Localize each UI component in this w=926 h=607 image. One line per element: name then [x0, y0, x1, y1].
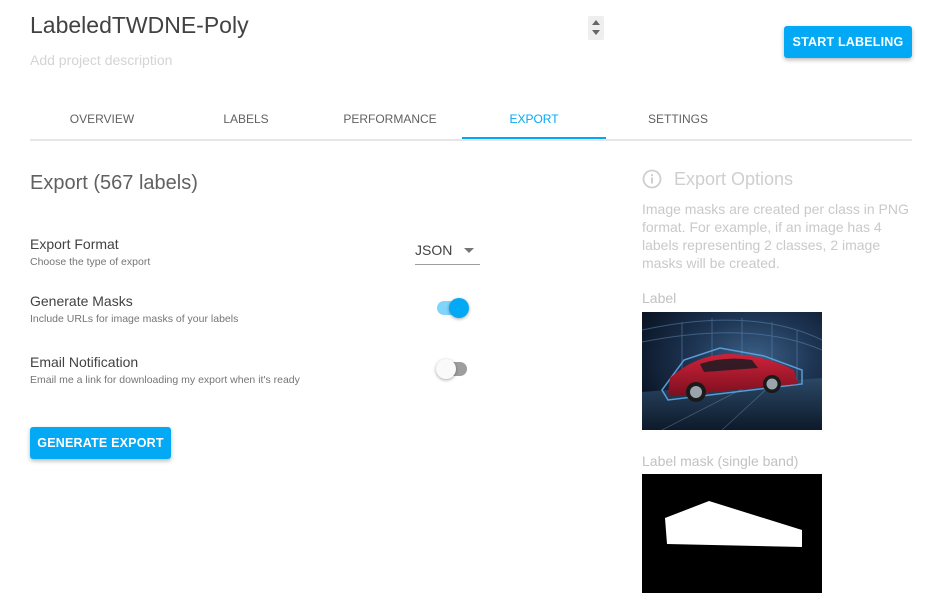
- export-format-value: JSON: [415, 242, 453, 258]
- scroll-spinner[interactable]: [588, 16, 604, 40]
- tab-overview[interactable]: OVERVIEW: [30, 98, 174, 139]
- project-description-placeholder[interactable]: Add project description: [30, 52, 172, 68]
- label-mask-example-image: [642, 474, 822, 593]
- arrow-down-icon[interactable]: [592, 30, 600, 35]
- label-example-image: [641, 312, 823, 431]
- tab-performance[interactable]: PERFORMANCE: [318, 98, 462, 139]
- tab-export[interactable]: EXPORT: [462, 98, 606, 139]
- generate-masks-subtitle: Include URLs for image masks of your lab…: [30, 313, 239, 325]
- caret-down-icon: [464, 248, 474, 253]
- label-caption: Label: [642, 290, 677, 306]
- generate-masks-title: Generate Masks: [30, 293, 133, 309]
- email-notification-subtitle: Email me a link for downloading my expor…: [30, 374, 300, 386]
- export-options-title: Export Options: [674, 169, 794, 189]
- toggle-knob: [436, 359, 456, 379]
- export-format-select[interactable]: JSON: [415, 240, 480, 265]
- generate-export-button[interactable]: GENERATE EXPORT: [30, 427, 171, 459]
- tab-settings[interactable]: SETTINGS: [606, 98, 750, 139]
- project-title[interactable]: LabeledTWDNE-Poly: [30, 12, 249, 39]
- export-format-title: Export Format: [30, 236, 119, 252]
- active-tab-indicator: [462, 137, 606, 139]
- export-format-subtitle: Choose the type of export: [30, 256, 151, 268]
- info-icon: [642, 169, 662, 189]
- tab-labels[interactable]: LABELS: [174, 98, 318, 139]
- tab-bar: OVERVIEW LABELS PERFORMANCE EXPORT SETTI…: [30, 98, 912, 141]
- arrow-up-icon[interactable]: [592, 20, 600, 25]
- generate-masks-toggle[interactable]: [436, 298, 469, 318]
- export-options-description: Image masks are created per class in PNG…: [642, 201, 909, 271]
- email-notification-title: Email Notification: [30, 354, 139, 370]
- start-labeling-button[interactable]: START LABELING: [784, 26, 912, 58]
- toggle-knob: [449, 298, 469, 318]
- email-notification-toggle[interactable]: [436, 359, 468, 379]
- export-heading: Export (567 labels): [30, 172, 198, 194]
- mask-caption: Label mask (single band): [642, 453, 799, 469]
